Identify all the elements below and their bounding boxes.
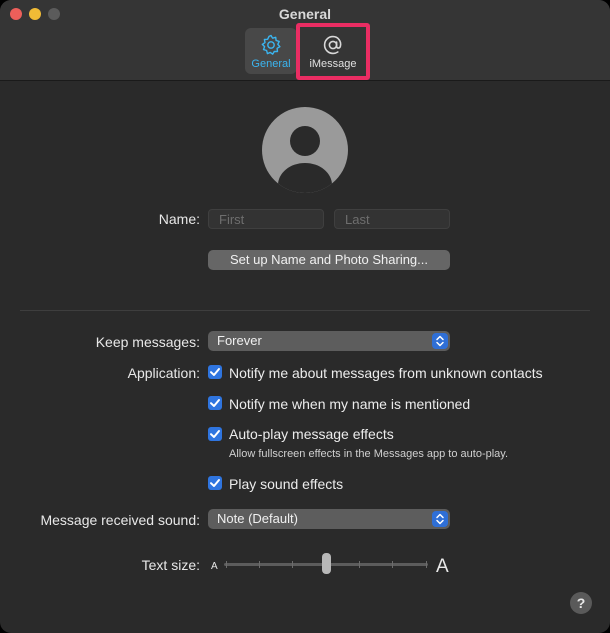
application-label: Application:	[127, 365, 200, 381]
tab-general[interactable]: General	[245, 28, 297, 74]
checkbox-unknown-contacts[interactable]	[208, 365, 222, 379]
checkmark-icon	[210, 399, 220, 407]
keep-messages-value: Forever	[217, 333, 262, 348]
setup-name-photo-sharing-button[interactable]: Set up Name and Photo Sharing...	[208, 250, 450, 270]
person-silhouette-icon	[278, 126, 332, 193]
slider-knob[interactable]	[322, 553, 331, 574]
slider-tick	[226, 561, 227, 568]
checkmark-icon	[210, 479, 220, 487]
slider-tick	[426, 561, 427, 568]
slider-tick	[392, 561, 393, 568]
checkmark-icon	[210, 368, 220, 376]
divider	[20, 310, 590, 311]
keep-messages-label: Keep messages:	[95, 334, 200, 350]
tab-general-label: General	[251, 58, 291, 70]
text-size-label: Text size:	[141, 557, 200, 573]
preferences-window: General General iMessage Name: First Las…	[0, 0, 610, 633]
checkbox-name-mentioned[interactable]	[208, 396, 222, 410]
autoplay-note: Allow fullscreen effects in the Messages…	[229, 448, 509, 460]
checkbox-sound-effects[interactable]	[208, 476, 222, 490]
large-text-glyph: A	[436, 556, 449, 577]
small-text-glyph: A	[211, 561, 218, 572]
stepper-icon	[432, 511, 448, 527]
message-sound-value: Note (Default)	[217, 511, 298, 526]
toolbar: General General iMessage	[0, 0, 610, 81]
help-button[interactable]: ?	[570, 592, 592, 614]
last-name-field[interactable]	[334, 209, 450, 229]
checkbox-label: Auto-play message effects	[229, 426, 394, 442]
keep-messages-select[interactable]: Forever	[208, 331, 450, 351]
checkbox-label: Play sound effects	[229, 476, 344, 492]
checkbox-label: Notify me when my name is mentioned	[229, 396, 471, 412]
message-sound-label: Message received sound:	[40, 512, 200, 528]
last-name-input[interactable]	[335, 210, 449, 228]
gear-icon	[261, 34, 281, 55]
checkbox-autoplay-effects[interactable]	[208, 427, 222, 441]
highlight-annotation	[296, 23, 370, 80]
message-sound-select[interactable]: Note (Default)	[208, 509, 450, 529]
checkbox-label: Notify me about messages from unknown co…	[229, 365, 543, 381]
name-label: Name:	[158, 211, 200, 227]
first-name-input[interactable]	[209, 210, 323, 228]
checkmark-icon	[210, 430, 220, 438]
slider-tick	[259, 561, 260, 568]
slider-tick	[359, 561, 360, 568]
window-title: General	[278, 6, 332, 22]
avatar[interactable]	[262, 107, 348, 193]
stepper-icon	[432, 333, 448, 349]
slider-tick	[292, 561, 293, 568]
first-name-field[interactable]	[208, 209, 324, 229]
